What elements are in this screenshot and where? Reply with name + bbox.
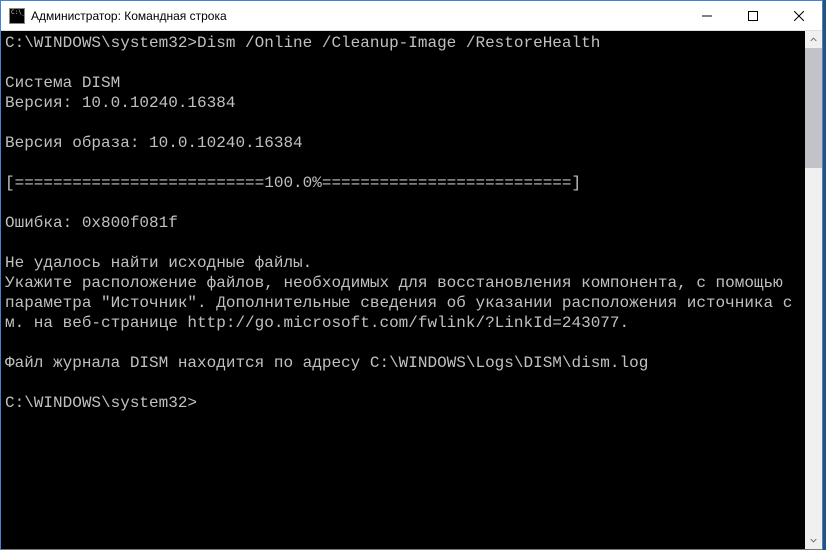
vertical-scrollbar[interactable] bbox=[805, 31, 822, 549]
terminal-line: Cистема DISM bbox=[5, 74, 120, 92]
chevron-up-icon bbox=[810, 36, 817, 43]
maximize-button[interactable] bbox=[730, 1, 776, 30]
terminal-line: C:\WINDOWS\system32>Dism /Online /Cleanu… bbox=[5, 34, 600, 52]
terminal-line: Версия: 10.0.10240.16384 bbox=[5, 94, 235, 112]
terminal-line: Не удалось найти исходные файлы. bbox=[5, 254, 312, 272]
chevron-down-icon bbox=[810, 537, 817, 544]
close-icon bbox=[794, 11, 804, 21]
terminal-line: Ошибка: 0x800f081f bbox=[5, 214, 178, 232]
minimize-button[interactable] bbox=[684, 1, 730, 30]
scroll-track[interactable] bbox=[805, 48, 822, 532]
close-button[interactable] bbox=[776, 1, 822, 30]
scroll-thumb[interactable] bbox=[805, 48, 822, 168]
terminal-output: C:\WINDOWS\system32>Dism /Online /Cleanu… bbox=[1, 31, 805, 549]
titlebar[interactable]: Администратор: Командная строка bbox=[1, 1, 822, 31]
maximize-icon bbox=[748, 11, 758, 21]
scroll-down-button[interactable] bbox=[805, 532, 822, 549]
window-controls bbox=[684, 1, 822, 30]
window-title: Администратор: Командная строка bbox=[31, 9, 227, 23]
terminal-line: Укажите расположение файлов, необходимых… bbox=[5, 274, 792, 332]
command-prompt-window: Администратор: Командная строка C:\WINDO… bbox=[0, 0, 823, 550]
terminal-line: [==========================100.0%=======… bbox=[5, 174, 581, 192]
cmd-icon bbox=[9, 8, 25, 24]
terminal-area[interactable]: C:\WINDOWS\system32>Dism /Online /Cleanu… bbox=[1, 31, 822, 549]
minimize-icon bbox=[702, 11, 712, 21]
terminal-line: Версия образа: 10.0.10240.16384 bbox=[5, 134, 303, 152]
terminal-line: C:\WINDOWS\system32> bbox=[5, 394, 197, 412]
terminal-line: Файл журнала DISM находится по адресу C:… bbox=[5, 354, 648, 372]
scroll-up-button[interactable] bbox=[805, 31, 822, 48]
